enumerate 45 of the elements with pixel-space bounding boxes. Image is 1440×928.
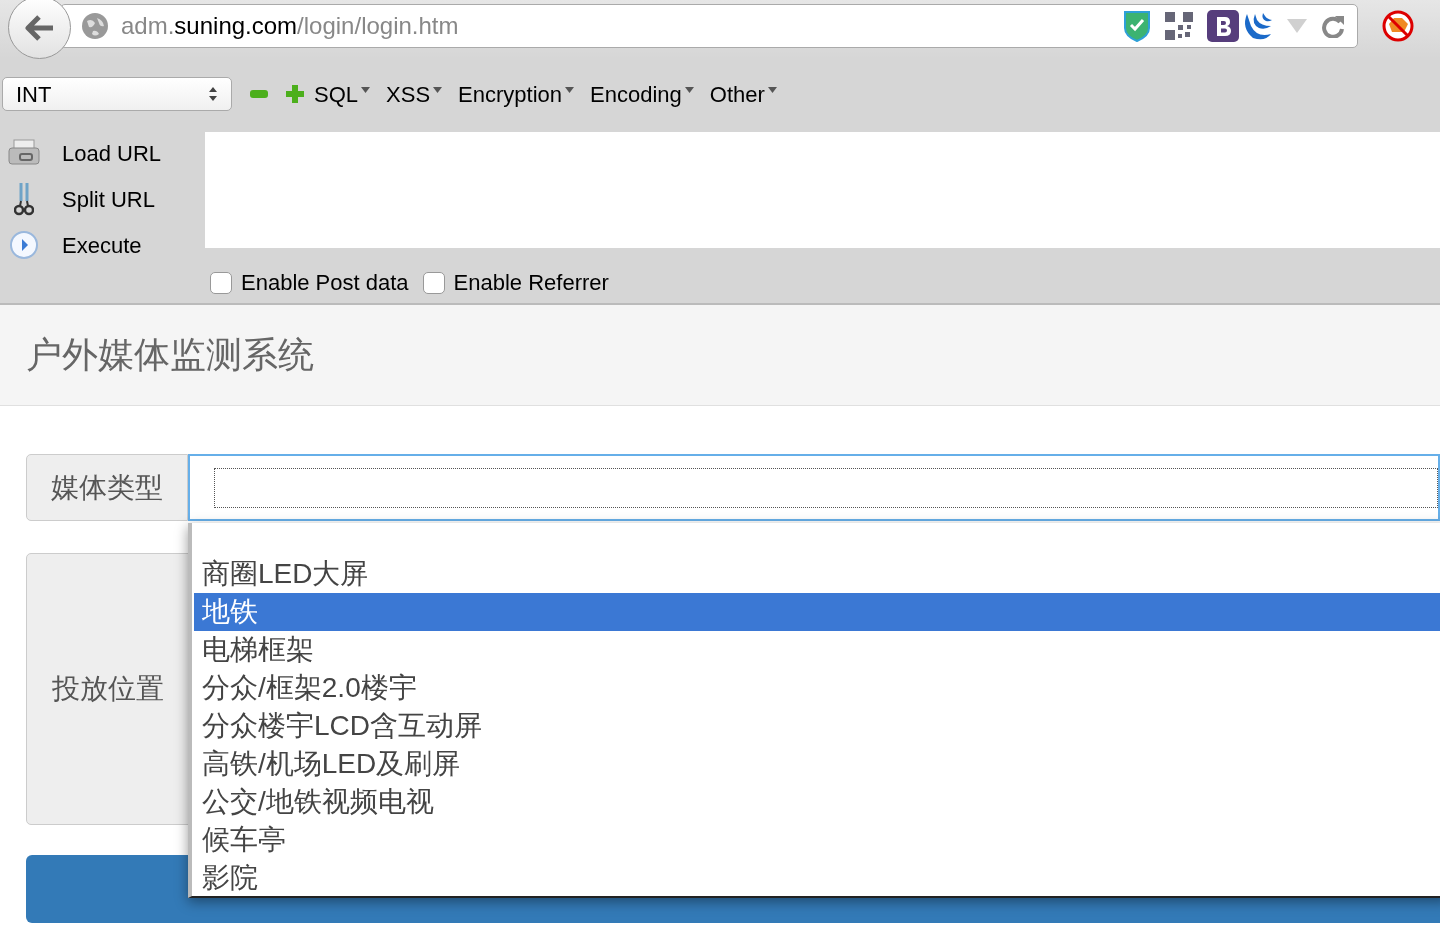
menu-button[interactable]: XSS	[386, 77, 443, 111]
checkbox-label: Enable Post data	[241, 269, 409, 297]
menu-button[interactable]: Encryption	[458, 77, 574, 111]
url-text: adm.suning.com/login/login.htm	[121, 11, 459, 41]
dropdown-option[interactable]: 公交/地铁视频电视	[194, 783, 1440, 821]
dropdown-option[interactable]: 影院	[194, 859, 1440, 897]
type-select[interactable]: INT	[2, 77, 232, 111]
caret-icon	[433, 87, 443, 93]
menu-button[interactable]: Other	[709, 77, 777, 111]
minus-icon[interactable]	[250, 90, 268, 98]
address-bar[interactable]: adm.suning.com/login/login.htm	[60, 4, 1358, 48]
reload-icon[interactable]	[1321, 14, 1345, 38]
scissors-icon	[14, 181, 34, 217]
checkbox-label: Enable Referrer	[453, 269, 609, 297]
shield-check-icon	[1123, 10, 1151, 42]
dropdown-triangle-icon[interactable]	[1287, 19, 1307, 33]
field-label: 媒体类型	[26, 454, 188, 521]
caret-icon	[565, 87, 574, 93]
dropdown-option[interactable]: 高铁/机场LED及刷屏	[194, 745, 1440, 783]
caret-icon	[361, 87, 371, 93]
menu-button[interactable]: SQL	[314, 77, 371, 111]
dropdown-option[interactable]: 地铁	[194, 593, 1440, 631]
dropdown-option[interactable]: 电梯框架	[194, 631, 1440, 669]
plus-icon[interactable]	[286, 85, 304, 103]
page-title: 户外媒体监测系统	[26, 333, 314, 377]
checkbox[interactable]	[210, 271, 232, 294]
action-button[interactable]: Split URL	[62, 182, 155, 216]
menu-button[interactable]: Encoding	[590, 77, 694, 111]
caret-icon	[684, 87, 694, 93]
stepper-arrows-icon	[208, 85, 218, 103]
bold-b-icon	[1207, 10, 1239, 42]
back-arrow-icon	[24, 14, 55, 41]
checkbox[interactable]	[422, 271, 445, 294]
media-type-select[interactable]	[188, 454, 1440, 521]
printer-icon	[8, 139, 40, 167]
qr-code-icon	[1165, 12, 1193, 40]
dropdown-option[interactable]: 分众楼宇LCD含互动屏	[194, 707, 1440, 745]
dropdown-option[interactable]: 分众/框架2.0楼宇	[194, 669, 1440, 707]
caret-icon	[767, 87, 777, 93]
dropdown-option[interactable]: 候车亭	[194, 821, 1440, 859]
action-button[interactable]: Execute	[62, 228, 142, 262]
play-icon	[9, 230, 39, 260]
globe-icon	[81, 12, 109, 40]
action-button[interactable]: Load URL	[62, 136, 162, 170]
dropdown-option[interactable]: 商圈LED大屏	[194, 555, 1440, 593]
